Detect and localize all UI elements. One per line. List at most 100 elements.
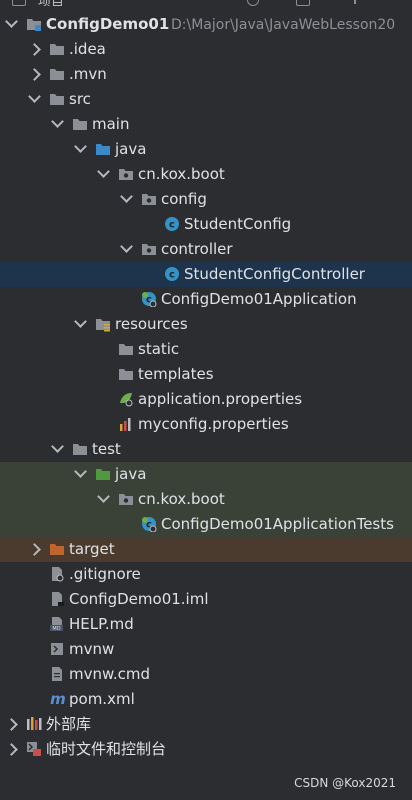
- tree-row[interactable]: c StudentConfig: [0, 212, 412, 237]
- tree-row[interactable]: target: [0, 537, 412, 562]
- chevron-down-icon[interactable]: [74, 465, 87, 478]
- folder-icon: [72, 441, 88, 457]
- chevron-right-icon[interactable]: [28, 543, 41, 556]
- tree-row[interactable]: controller: [0, 237, 412, 262]
- tree-item-label: 临时文件和控制台: [46, 740, 167, 758]
- tree-item-label: config: [161, 190, 207, 208]
- tree-item-label: ConfigDemo01ApplicationTests: [161, 515, 394, 533]
- chevron-down-icon[interactable]: [97, 490, 110, 503]
- tree-item-label: mvnw.cmd: [69, 665, 151, 683]
- tree-item-label: HELP.md: [69, 615, 134, 633]
- tree-row[interactable]: java: [0, 462, 412, 487]
- tree-item-label: StudentConfig: [184, 215, 292, 233]
- tree-row[interactable]: mvnw.cmd: [0, 662, 412, 687]
- tree-item-label: 外部库: [46, 715, 92, 733]
- test-source-folder-icon: [95, 466, 111, 482]
- scratches-icon: [26, 741, 42, 757]
- tree-row[interactable]: 临时文件和控制台: [0, 737, 412, 762]
- tree-item-label: .gitignore: [69, 565, 141, 583]
- tree-item-label: ConfigDemo01.iml: [69, 590, 209, 608]
- tree-item-label: test: [92, 440, 121, 458]
- tree-item-label: .idea: [69, 40, 106, 58]
- external-libraries-icon: [26, 716, 42, 732]
- tree-item-label: StudentConfigController: [184, 265, 365, 283]
- options-icon[interactable]: [354, 0, 356, 4]
- chevron-down-icon[interactable]: [97, 165, 110, 178]
- tree-row[interactable]: myconfig.properties: [0, 412, 412, 437]
- text-file-icon: [49, 666, 65, 682]
- tree-item-label: ConfigDemo01Application: [161, 290, 357, 308]
- package-icon: [141, 241, 157, 257]
- chevron-down-icon[interactable]: [28, 90, 41, 103]
- tree-row[interactable]: templates: [0, 362, 412, 387]
- tool-window-header: 项目: [0, 0, 412, 6]
- tree-item-label: main: [92, 115, 130, 133]
- tree-item-label: java: [115, 140, 147, 158]
- folder-icon: [118, 366, 134, 382]
- chevron-right-icon[interactable]: [28, 68, 41, 81]
- svg-text:c: c: [169, 270, 175, 281]
- excluded-folder-icon: [49, 541, 65, 557]
- tree-row[interactable]: test: [0, 437, 412, 462]
- watermark: CSDN @Kox2021: [294, 776, 396, 790]
- gitignore-file-icon: [49, 566, 65, 582]
- resources-folder-icon: [95, 316, 111, 332]
- tree-row[interactable]: c ConfigDemo01Application: [0, 287, 412, 312]
- tree-item-label: java: [115, 465, 147, 483]
- tree-row[interactable]: .gitignore: [0, 562, 412, 587]
- tree-row[interactable]: src: [0, 87, 412, 112]
- tree-row[interactable]: c ConfigDemo01ApplicationTests: [0, 512, 412, 537]
- project-view-icon[interactable]: [12, 0, 26, 6]
- tree-row[interactable]: resources: [0, 312, 412, 337]
- maven-icon: m: [49, 690, 66, 708]
- tree-row[interactable]: .idea: [0, 37, 412, 62]
- tool-window-title: 项目: [38, 0, 64, 6]
- tree-row[interactable]: mvnw: [0, 637, 412, 662]
- tree-row[interactable]: main: [0, 112, 412, 137]
- class-icon: c: [164, 266, 180, 282]
- tree-item-label: static: [138, 340, 180, 358]
- collapse-all-icon[interactable]: [296, 0, 310, 6]
- spring-class-icon: c: [141, 516, 157, 533]
- tree-row[interactable]: cn.kox.boot: [0, 162, 412, 187]
- chevron-down-icon[interactable]: [51, 440, 64, 453]
- tree-item-label: cn.kox.boot: [138, 165, 225, 183]
- tree-row[interactable]: .mvn: [0, 62, 412, 87]
- tree-row[interactable]: cn.kox.boot: [0, 487, 412, 512]
- chevron-down-icon[interactable]: [74, 315, 87, 328]
- source-folder-icon: [95, 141, 111, 157]
- tree-item-label: myconfig.properties: [138, 415, 289, 433]
- markdown-file-icon: MD: [49, 616, 65, 632]
- chevron-down-icon[interactable]: [120, 190, 133, 203]
- chevron-down-icon[interactable]: [120, 240, 133, 253]
- project-tree[interactable]: ConfigDemo01 D:\Major\Java\JavaWebLesson2…: [0, 12, 412, 762]
- spring-class-icon: c: [141, 291, 157, 308]
- chevron-right-icon[interactable]: [28, 43, 41, 56]
- tree-row[interactable]: application.properties: [0, 387, 412, 412]
- tree-row[interactable]: c StudentConfigController: [0, 262, 412, 287]
- tree-row[interactable]: config: [0, 187, 412, 212]
- chevron-down-icon[interactable]: [51, 115, 64, 128]
- chevron-down-icon[interactable]: [5, 15, 18, 28]
- tree-row[interactable]: ConfigDemo01 D:\Major\Java\JavaWebLesson2…: [0, 12, 412, 37]
- tree-item-label: .mvn: [69, 65, 107, 83]
- class-icon: c: [164, 216, 180, 232]
- tree-row[interactable]: java: [0, 137, 412, 162]
- chevron-down-icon[interactable]: [74, 140, 87, 153]
- chevron-right-icon[interactable]: [5, 718, 18, 731]
- tree-item-label: pom.xml: [69, 690, 135, 708]
- tree-row[interactable]: 外部库: [0, 712, 412, 737]
- svg-text:MD: MD: [52, 626, 60, 632]
- tree-item-label: mvnw: [69, 640, 115, 658]
- folder-icon: [49, 91, 65, 107]
- locate-icon[interactable]: [247, 0, 259, 6]
- tree-row[interactable]: m pom.xml: [0, 687, 412, 712]
- chevron-right-icon[interactable]: [5, 743, 18, 756]
- properties-icon: [118, 416, 134, 432]
- tree-item-label: controller: [161, 240, 233, 258]
- folder-icon: [49, 66, 65, 82]
- tree-item-label: target: [69, 540, 115, 558]
- tree-row[interactable]: static: [0, 337, 412, 362]
- tree-row[interactable]: MD HELP.md: [0, 612, 412, 637]
- tree-row[interactable]: ConfigDemo01.iml: [0, 587, 412, 612]
